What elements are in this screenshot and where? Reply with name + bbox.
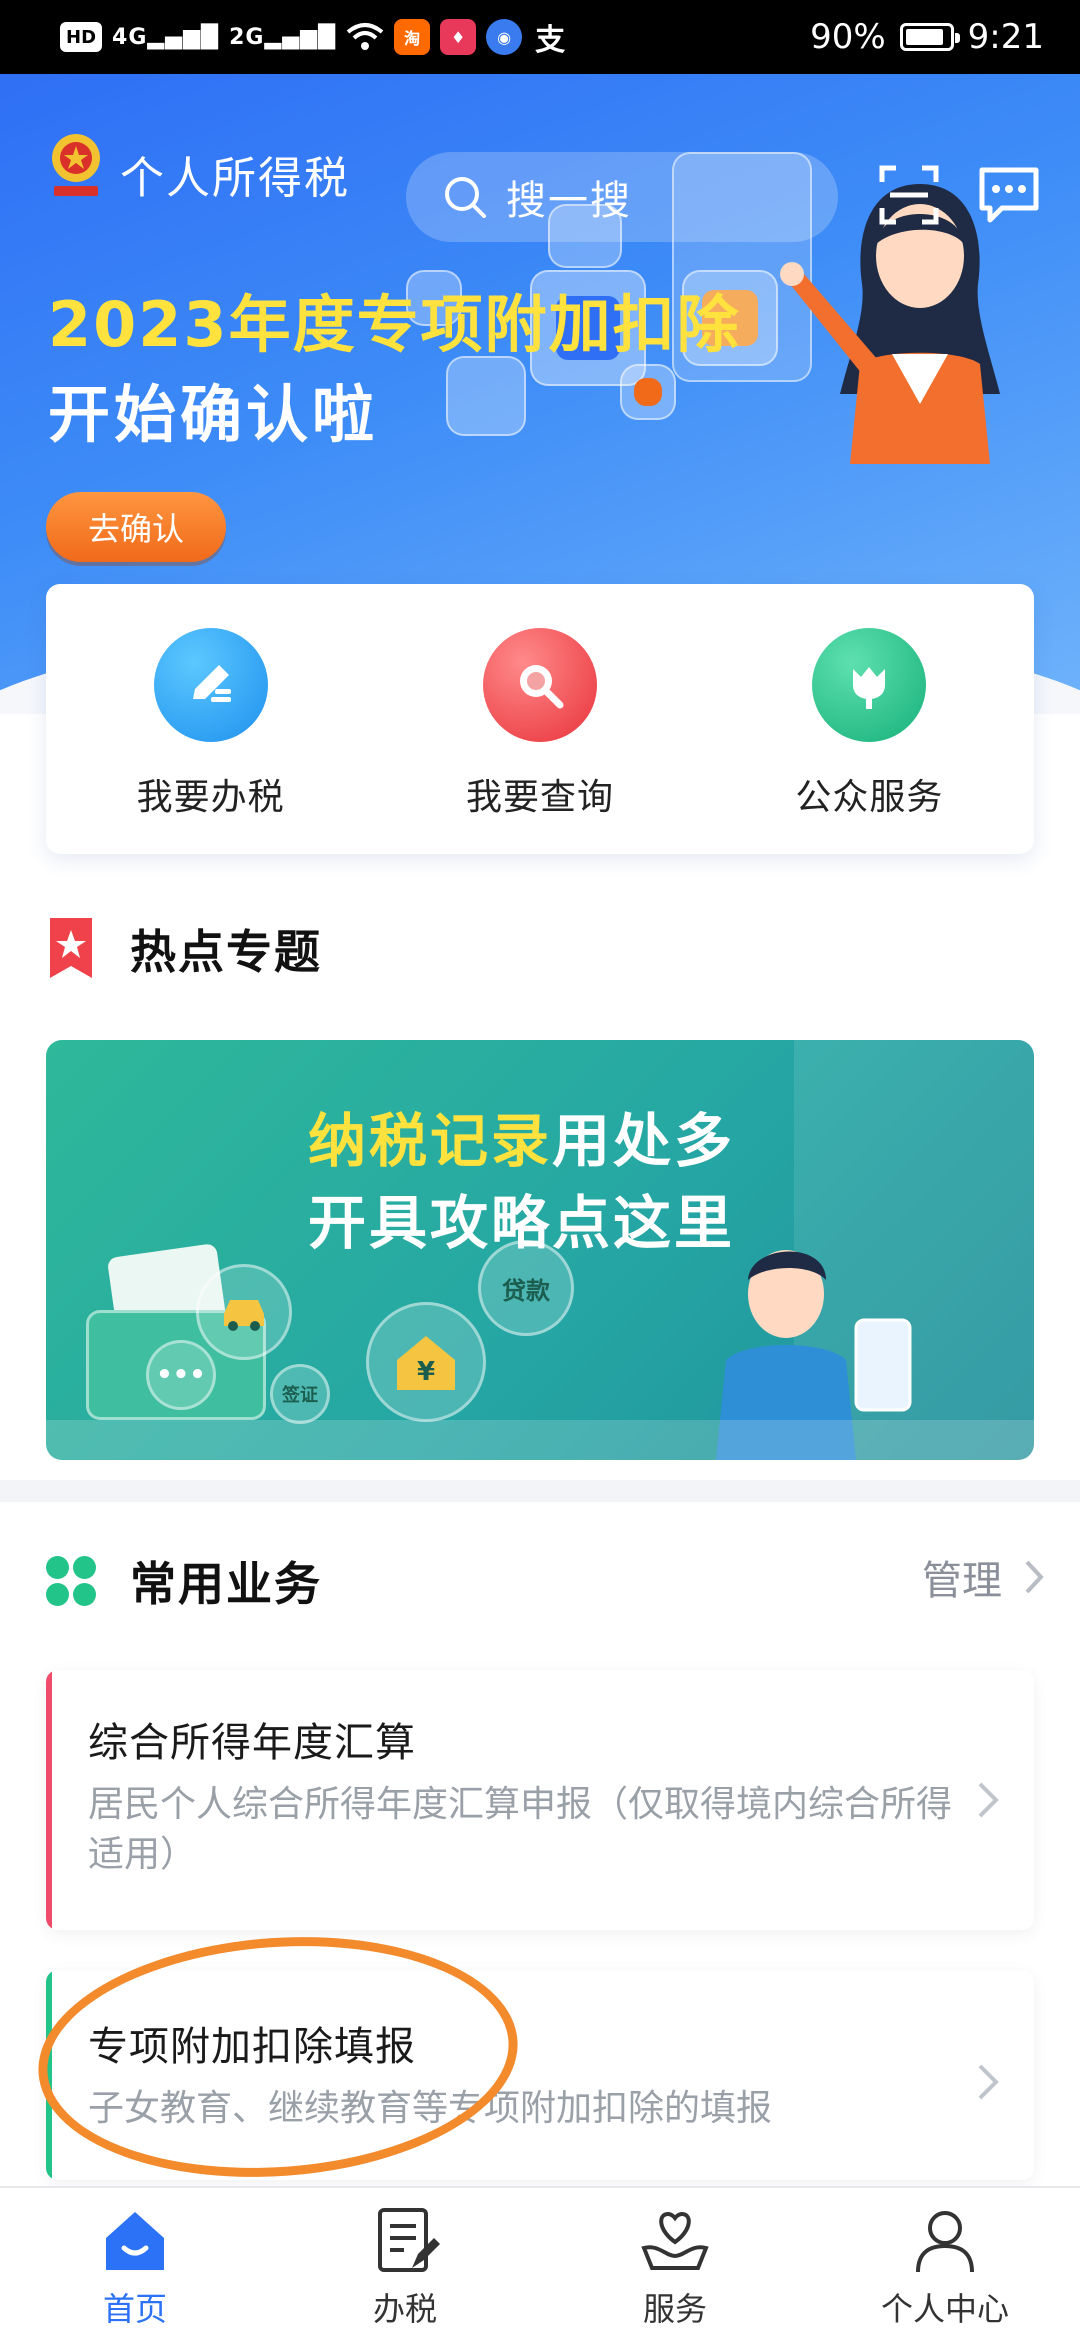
card-accent-bar xyxy=(46,1670,52,1930)
battery-icon xyxy=(899,23,960,51)
message-icon[interactable] xyxy=(976,164,1042,226)
browser-app-icon: ◉ xyxy=(486,19,523,55)
app-notification-icon: ♦ xyxy=(440,19,477,55)
search-placeholder: 搜一搜 xyxy=(506,178,632,224)
network-label: 4G xyxy=(112,24,148,50)
user-icon xyxy=(916,2211,974,2273)
banner-title-highlight: 年度专项附加扣除 xyxy=(228,288,741,361)
quick-action-public-service[interactable]: 公众服务 xyxy=(705,584,1034,854)
scan-icon[interactable] xyxy=(878,164,940,226)
signal-icon-2: 2G▂▄▆█ xyxy=(229,24,337,50)
document-icon xyxy=(378,2208,440,2272)
manage-link[interactable]: 管理 xyxy=(922,1548,1044,1606)
search-bar[interactable]: 搜一搜 xyxy=(406,152,838,242)
edit-icon xyxy=(153,628,268,742)
tab-label: 个人中心 xyxy=(880,2290,1009,2328)
confirm-button[interactable]: 去确认 xyxy=(46,492,226,562)
grid-icon xyxy=(46,1556,96,1606)
taobao-app-icon: 淘 xyxy=(394,19,431,55)
money-symbol: ¥ xyxy=(417,1357,435,1387)
section-title: 热点专题 xyxy=(130,925,322,979)
deco-card xyxy=(620,364,676,420)
chevron-right-icon xyxy=(1025,1560,1044,1594)
search-icon xyxy=(482,628,597,742)
common-services-header: 常用业务 xyxy=(46,1548,322,1614)
quick-action-label: 我要办税 xyxy=(136,777,285,818)
status-bar: HD 4G▂▄▆█ 2G▂▄▆█ 淘 ♦ ◉ 支 90% 9:21 xyxy=(0,0,1080,74)
alipay-app-icon: 支 xyxy=(535,23,566,58)
quick-action-tax-handling[interactable]: 我要办税 xyxy=(46,584,375,854)
emblem-icon xyxy=(52,134,100,196)
tab-home[interactable]: 首页 xyxy=(0,2188,270,2340)
hd-indicator: HD xyxy=(60,22,103,52)
quick-actions-card: 我要办税 我要查询 公众服务 xyxy=(46,584,1034,854)
tab-label: 服务 xyxy=(642,2290,707,2328)
quick-action-label: 我要查询 xyxy=(465,777,614,818)
search-icon xyxy=(445,177,486,218)
hot-banner-highlight: 纳税记录 xyxy=(308,1107,553,1175)
tab-personal-center[interactable]: 个人中心 xyxy=(810,2188,1080,2340)
visa-bubble: 签证 xyxy=(270,1364,330,1424)
house-money-bubble: ¥ xyxy=(366,1302,486,1422)
clock: 9:21 xyxy=(967,17,1044,57)
chevron-right-icon xyxy=(978,1782,999,1818)
car-bubble-icon xyxy=(196,1264,292,1360)
deco-card xyxy=(446,356,526,436)
banner-subtitle: 开始确认啦 xyxy=(48,378,379,451)
tab-label: 首页 xyxy=(102,2290,167,2328)
heart-hand-icon xyxy=(641,2211,709,2270)
banner-year: 2023 xyxy=(48,288,229,361)
section-title: 常用业务 xyxy=(130,1557,322,1611)
hot-banner-title: 纳税记录用处多 xyxy=(308,1094,735,1178)
service-card-annual-settlement[interactable]: 综合所得年度汇算 居民个人综合所得年度汇算申报（仅取得境内综合所得适用） xyxy=(46,1670,1034,1930)
tulip-icon xyxy=(812,628,927,742)
app-title: 个人所得税 xyxy=(120,153,350,204)
hot-topics-header: 热点专题 xyxy=(46,916,322,982)
section-divider xyxy=(0,1480,1080,1502)
bottom-tab-bar: 首页 办税 服务 个人中心 xyxy=(0,2186,1080,2340)
home-icon xyxy=(106,2212,164,2270)
quick-action-label: 公众服务 xyxy=(795,777,944,818)
signal-icon-1: 4G▂▄▆█ xyxy=(112,24,220,50)
loan-bubble: 贷款 xyxy=(478,1240,574,1336)
tab-tax[interactable]: 办税 xyxy=(270,2188,540,2340)
manage-label: 管理 xyxy=(922,1558,1002,1604)
tab-label: 办税 xyxy=(372,2290,437,2328)
top-bar: 个人所得税 搜一搜 xyxy=(0,114,1080,242)
service-card-title: 综合所得年度汇算 xyxy=(88,1720,416,1766)
network2-label: 2G xyxy=(229,24,265,50)
service-card-desc: 居民个人综合所得年度汇算申报（仅取得境内综合所得适用） xyxy=(88,1784,953,1875)
status-right: 90% 9:21 xyxy=(810,17,1044,57)
hot-banner-title-rest: 用处多 xyxy=(552,1107,736,1175)
quick-action-query[interactable]: 我要查询 xyxy=(375,584,704,854)
chat-bubble-icon: ••• xyxy=(146,1340,216,1410)
bookmark-star-icon xyxy=(50,918,92,978)
chevron-right-icon xyxy=(978,2064,999,2100)
status-left: HD 4G▂▄▆█ 2G▂▄▆█ 淘 ♦ ◉ 支 xyxy=(60,19,568,58)
battery-fill xyxy=(905,29,943,45)
banner-title: 2023年度专项附加扣除 xyxy=(48,274,741,364)
wifi-icon xyxy=(346,23,384,50)
tab-service[interactable]: 服务 xyxy=(540,2188,810,2340)
battery-percent: 90% xyxy=(810,17,886,57)
hot-topic-banner[interactable]: 纳税记录用处多 开具攻略点这里 ••• 签证 ¥ 贷款 xyxy=(46,1040,1034,1460)
desk-surface xyxy=(46,1420,1034,1460)
